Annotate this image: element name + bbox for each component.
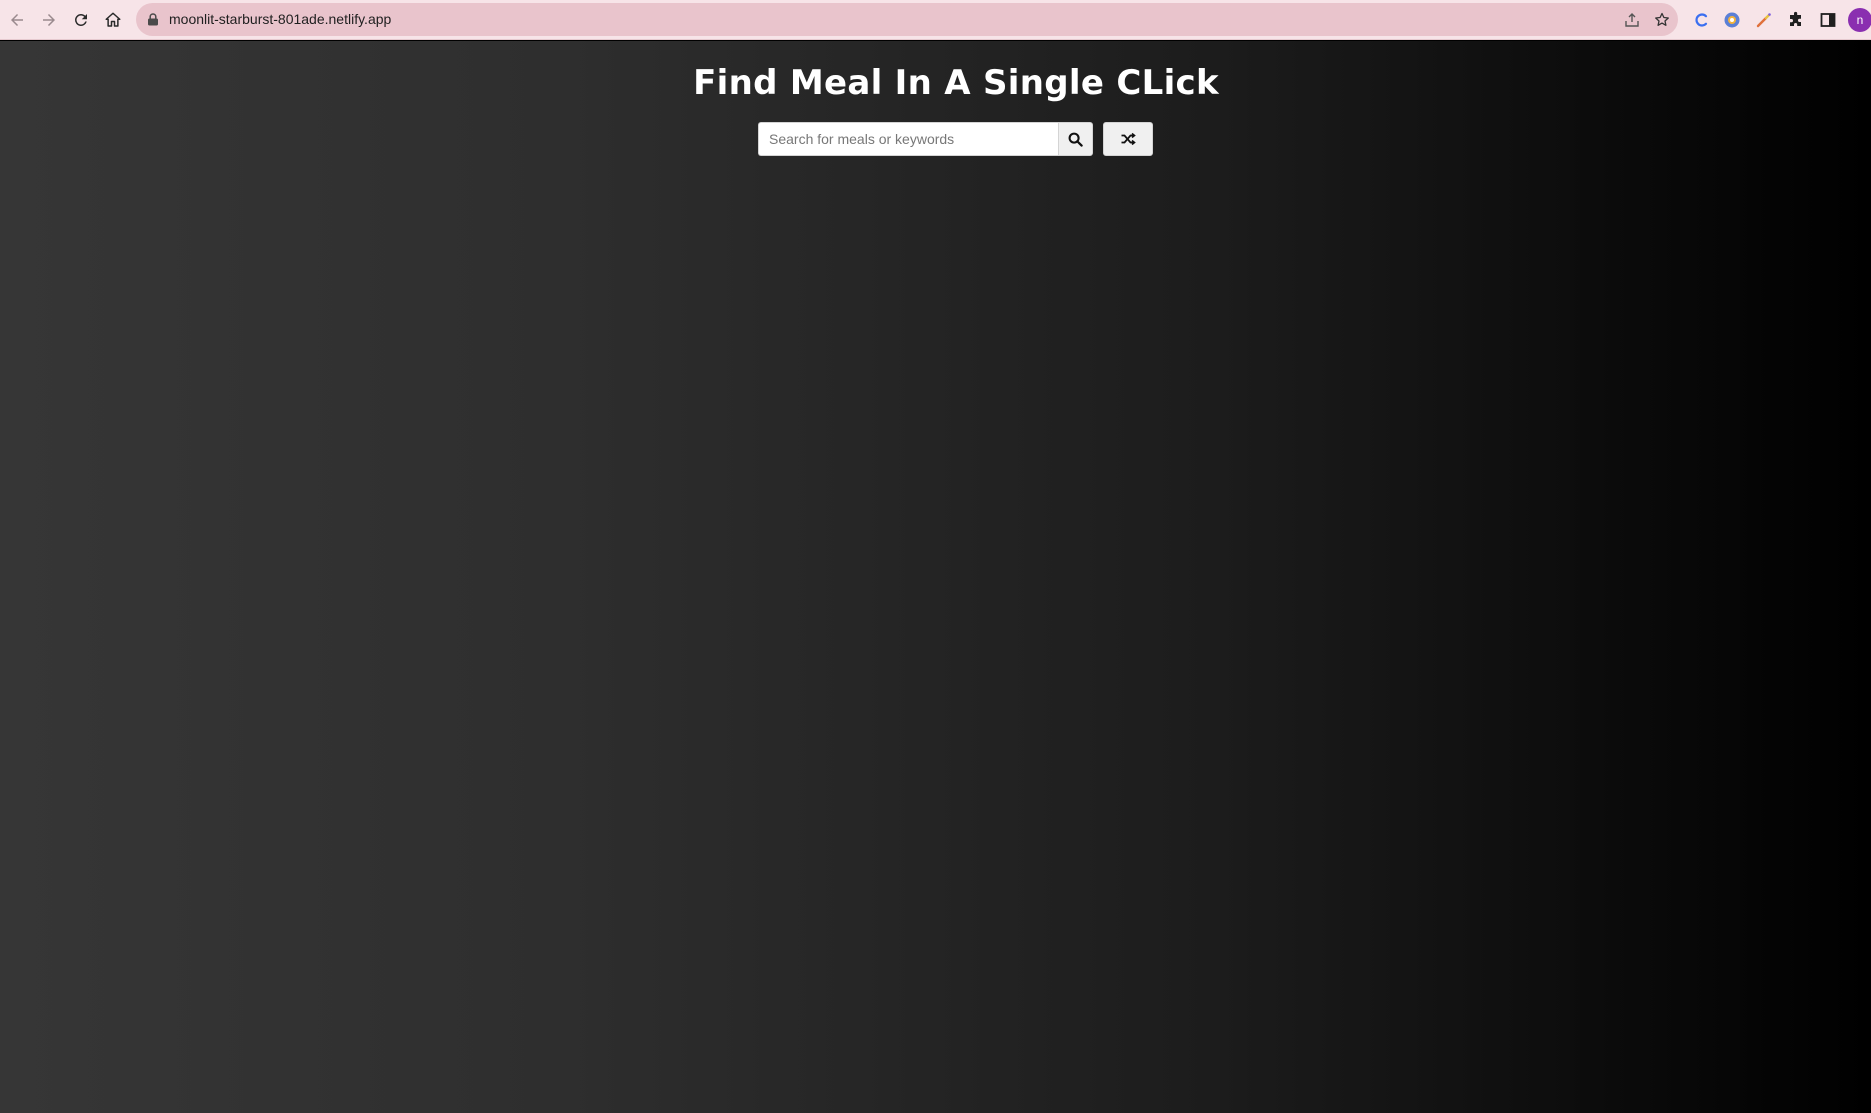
forward-button[interactable] [35, 6, 63, 34]
shuffle-icon [1121, 132, 1136, 146]
c-extension-icon [1695, 13, 1708, 27]
share-icon [1625, 13, 1639, 27]
home-icon [105, 12, 121, 27]
c-extension-button[interactable] [1690, 8, 1714, 32]
search-form [758, 122, 1093, 156]
puzzle-icon [1790, 11, 1801, 26]
color-picker-extension-icon [1756, 13, 1771, 28]
home-button[interactable] [99, 6, 127, 34]
reload-button[interactable] [67, 6, 95, 34]
search-input[interactable] [758, 122, 1058, 156]
profile-avatar[interactable]: n [1848, 8, 1871, 32]
star-icon [1655, 12, 1669, 26]
share-button[interactable] [1620, 8, 1644, 32]
chrome-extension-icon [1724, 12, 1740, 28]
page-title: Find Meal In A Single CLick [693, 63, 1219, 103]
forward-arrow-icon [43, 14, 55, 26]
lock-icon [148, 13, 158, 26]
address-bar[interactable]: moonlit-starburst-801ade.netlify.app [136, 3, 1678, 36]
chrome-extension-button[interactable] [1720, 8, 1744, 32]
back-arrow-icon [11, 14, 23, 26]
search-icon [1068, 132, 1083, 147]
back-button[interactable] [3, 6, 31, 34]
search-button[interactable] [1058, 122, 1093, 156]
bookmark-button[interactable] [1650, 8, 1674, 32]
side-panel-button[interactable] [1816, 8, 1840, 32]
browser-toolbar: moonlit-starburst-801ade.netlify.app n [0, 0, 1871, 40]
url-text[interactable]: moonlit-starburst-801ade.netlify.app [169, 11, 391, 27]
color-picker-extension-button[interactable] [1752, 8, 1776, 32]
page-content: Find Meal In A Single CLick [0, 41, 1871, 1113]
reload-icon [74, 13, 87, 26]
extensions-button[interactable] [1784, 8, 1808, 32]
random-meal-button[interactable] [1103, 122, 1153, 156]
side-panel-icon [1820, 13, 1836, 27]
